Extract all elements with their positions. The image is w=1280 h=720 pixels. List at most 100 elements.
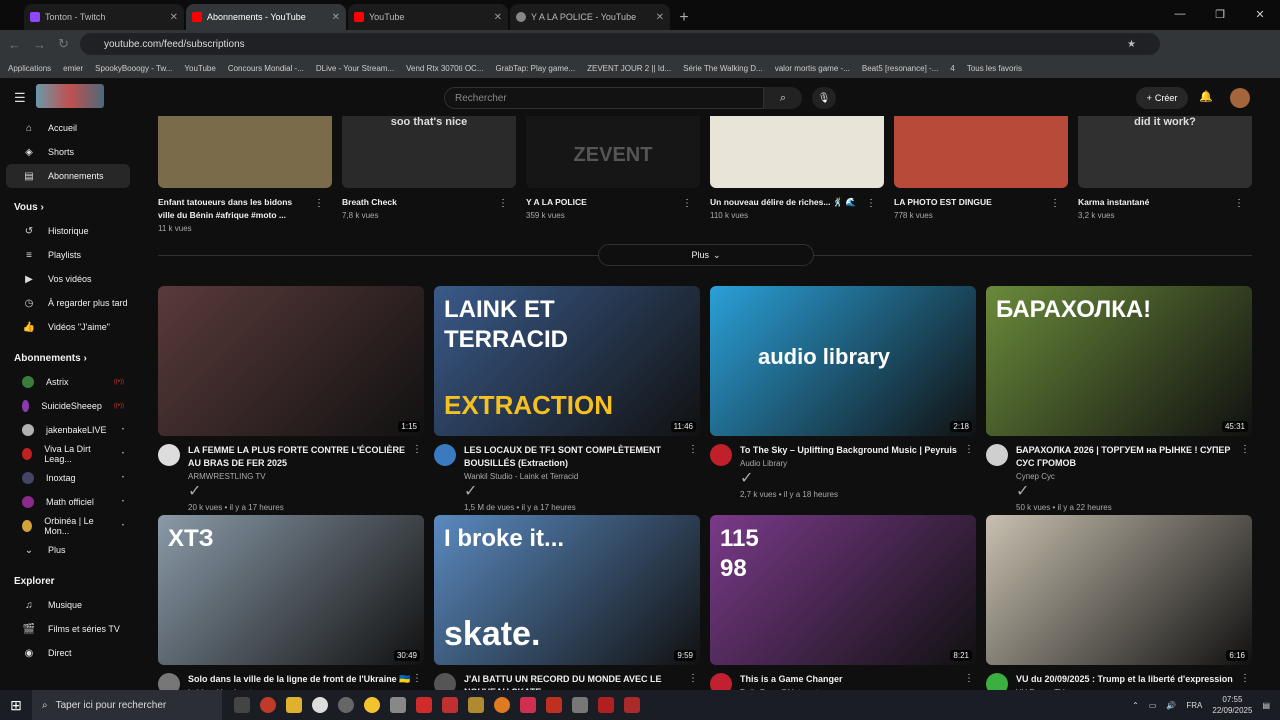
more-options-icon[interactable]: ⋮: [682, 198, 692, 209]
bookmark-item[interactable]: Beat5 [resonance] -...: [862, 64, 939, 73]
channel-avatar[interactable]: [434, 673, 456, 690]
tab-subscriptions[interactable]: Abonnements - YouTube ✕: [186, 4, 346, 30]
tab-youtube[interactable]: YouTube ✕: [348, 4, 508, 30]
forward-icon[interactable]: →: [33, 37, 46, 52]
sidebar-item--regarder-plus-tard[interactable]: ◷ À regarder plus tard: [6, 291, 130, 315]
short-card[interactable]: Un nouveau délire de riches... 🕺 🌊 110 k …: [710, 116, 884, 220]
bookmark-item[interactable]: YouTube: [184, 64, 215, 73]
close-tab-icon[interactable]: ✕: [656, 12, 664, 23]
sidebar-subscription[interactable]: Orbinéa | Le Mon... •: [6, 514, 130, 538]
channel-name[interactable]: ARMWRESTLING TV: [188, 472, 413, 481]
sidebar-subscription[interactable]: Astrix ((•)): [6, 370, 130, 394]
channel-banner-logo[interactable]: [36, 84, 104, 108]
tab-twitch[interactable]: Tonton - Twitch ✕: [24, 4, 184, 30]
video-card[interactable]: 6:16 VU du 20/09/2025 : Trump et la liber…: [986, 515, 1252, 690]
video-thumbnail[interactable]: ХТЗ 30:49: [158, 515, 424, 665]
more-options-icon[interactable]: ⋮: [1240, 444, 1250, 455]
channel-avatar[interactable]: [986, 444, 1008, 466]
more-options-icon[interactable]: ⋮: [498, 198, 508, 209]
video-card[interactable]: БАРАХОЛКА! 45:31 БАРАХОЛКА 2026 | ТОРГУЕМ …: [986, 286, 1252, 512]
volume-icon[interactable]: 🔊: [1166, 701, 1176, 710]
bookmark-item[interactable]: GrabTap: Play game...: [496, 64, 576, 73]
sidebar-item-playlists[interactable]: ≡ Playlists: [6, 243, 130, 267]
sidebar-subscription[interactable]: jakenbakeLIVE •: [6, 418, 130, 442]
more-options-icon[interactable]: ⋮: [866, 198, 876, 209]
mic-icon[interactable]: 🎙: [812, 87, 836, 109]
task-view-icon[interactable]: [234, 697, 250, 713]
app-icon[interactable]: [390, 697, 406, 713]
close-tab-icon[interactable]: ✕: [494, 12, 502, 23]
chrome-icon[interactable]: [364, 697, 380, 713]
close-tab-icon[interactable]: ✕: [170, 12, 178, 23]
video-thumbnail[interactable]: 115 98 8:21: [710, 515, 976, 665]
video-title[interactable]: VU du 20/09/2025 : Trump et la liberté d…: [1016, 673, 1241, 686]
sidebar-subscription[interactable]: Viva La Dirt Leag... •: [6, 442, 130, 466]
sidebar-item-accueil[interactable]: ⌂ Accueil: [6, 116, 130, 140]
reload-icon[interactable]: ↻: [58, 36, 69, 52]
short-card[interactable]: soo that's nice Breath Check 7,8 k vues ⋮: [342, 116, 516, 220]
minimize-icon[interactable]: —: [1160, 0, 1200, 28]
create-button[interactable]: + Créer: [1136, 87, 1188, 109]
sidebar-subscription[interactable]: ⌄ Plus: [6, 538, 130, 562]
bookmark-item[interactable]: Tous les favoris: [967, 64, 1022, 73]
search-input[interactable]: Rechercher: [444, 87, 764, 109]
language-indicator[interactable]: FRA: [1186, 701, 1202, 710]
taskbar-search-input[interactable]: ⌕ Taper ici pour rechercher: [32, 690, 222, 720]
file-explorer-icon[interactable]: [286, 697, 302, 713]
app-icon[interactable]: [520, 697, 536, 713]
app-icon[interactable]: [624, 697, 640, 713]
sidebar-item-vos-vid-os[interactable]: ▶ Vos vidéos: [6, 267, 130, 291]
section-heading-you[interactable]: Vous ›: [0, 188, 138, 219]
bookmark-item[interactable]: 4: [950, 64, 954, 73]
back-icon[interactable]: ←: [8, 37, 21, 52]
short-card[interactable]: did it work? Karma instantané 3,2 k vues ⋮: [1078, 116, 1252, 220]
short-card[interactable]: Enfant tatoueurs dans les bidons ville d…: [158, 116, 332, 233]
short-thumbnail[interactable]: did it work?: [1078, 116, 1252, 188]
more-options-icon[interactable]: ⋮: [964, 444, 974, 455]
short-card[interactable]: LA PHOTO EST DINGUE 778 k vues ⋮: [894, 116, 1068, 220]
video-thumbnail[interactable]: audio library 2:18: [710, 286, 976, 436]
video-title[interactable]: J'AI BATTU UN RECORD DU MONDE AVEC LE NO…: [464, 673, 689, 690]
app-icon[interactable]: [546, 697, 562, 713]
bookmark-item[interactable]: Applications: [8, 64, 51, 73]
bookmark-item[interactable]: valor mortis game -...: [775, 64, 850, 73]
channel-avatar[interactable]: [986, 673, 1008, 690]
more-options-icon[interactable]: ⋮: [1234, 198, 1244, 209]
channel-avatar[interactable]: [434, 444, 456, 466]
video-title[interactable]: Solo dans la ville de la ligne de front …: [188, 673, 413, 686]
app-icon[interactable]: [416, 697, 432, 713]
more-options-icon[interactable]: ⋮: [964, 673, 974, 684]
avatar[interactable]: [1230, 88, 1250, 108]
app-icon[interactable]: [442, 697, 458, 713]
new-tab-button[interactable]: +: [672, 6, 696, 30]
short-title[interactable]: LA PHOTO EST DINGUE: [894, 196, 1044, 209]
more-options-icon[interactable]: ⋮: [1050, 198, 1060, 209]
more-options-icon[interactable]: ⋮: [1240, 673, 1250, 684]
sidebar-subscription[interactable]: Math officiel •: [6, 490, 130, 514]
more-options-icon[interactable]: ⋮: [412, 673, 422, 684]
short-thumbnail[interactable]: soo that's nice: [342, 116, 516, 188]
sidebar-item-films-et-s-ries-tv[interactable]: 🎬 Films et séries TV: [6, 617, 130, 641]
video-card[interactable]: 115 98 8:21 This is a Game ChangerDaily Dos…: [710, 515, 976, 690]
short-thumbnail[interactable]: ZEVENT: [526, 116, 700, 188]
short-thumbnail[interactable]: [158, 116, 332, 188]
sidebar-item-vid-os-j-aime-[interactable]: 👍 Vidéos "J'aime": [6, 315, 130, 339]
more-options-icon[interactable]: ⋮: [314, 198, 324, 209]
app-icon[interactable]: [312, 697, 328, 713]
bookmark-item[interactable]: Vend Rtx 3070ti OC...: [406, 64, 483, 73]
video-card[interactable]: ХТЗ 30:49 Solo dans la ville de la ligne d…: [158, 515, 424, 690]
channel-name[interactable]: Wankil Studio - Laink et Terracid: [464, 472, 689, 481]
video-card[interactable]: I broke it... skate. 9:59 J'AI BATTU UN REC…: [434, 515, 700, 690]
channel-name[interactable]: Audio Library: [740, 459, 965, 468]
menu-icon[interactable]: ☰: [14, 90, 26, 106]
channel-avatar[interactable]: [158, 444, 180, 466]
bookmark-star-icon[interactable]: ★: [1127, 39, 1136, 50]
bookmark-item[interactable]: Série The Walking D...: [683, 64, 763, 73]
video-thumbnail[interactable]: I broke it... skate. 9:59: [434, 515, 700, 665]
short-title[interactable]: Un nouveau délire de riches... 🕺 🌊: [710, 196, 860, 209]
close-tab-icon[interactable]: ✕: [332, 12, 340, 23]
tab-police[interactable]: Y A LA POLICE - YouTube ✕: [510, 4, 670, 30]
short-title[interactable]: Karma instantané: [1078, 196, 1228, 209]
video-thumbnail[interactable]: БАРАХОЛКА! 45:31: [986, 286, 1252, 436]
network-icon[interactable]: ▭: [1149, 701, 1157, 710]
